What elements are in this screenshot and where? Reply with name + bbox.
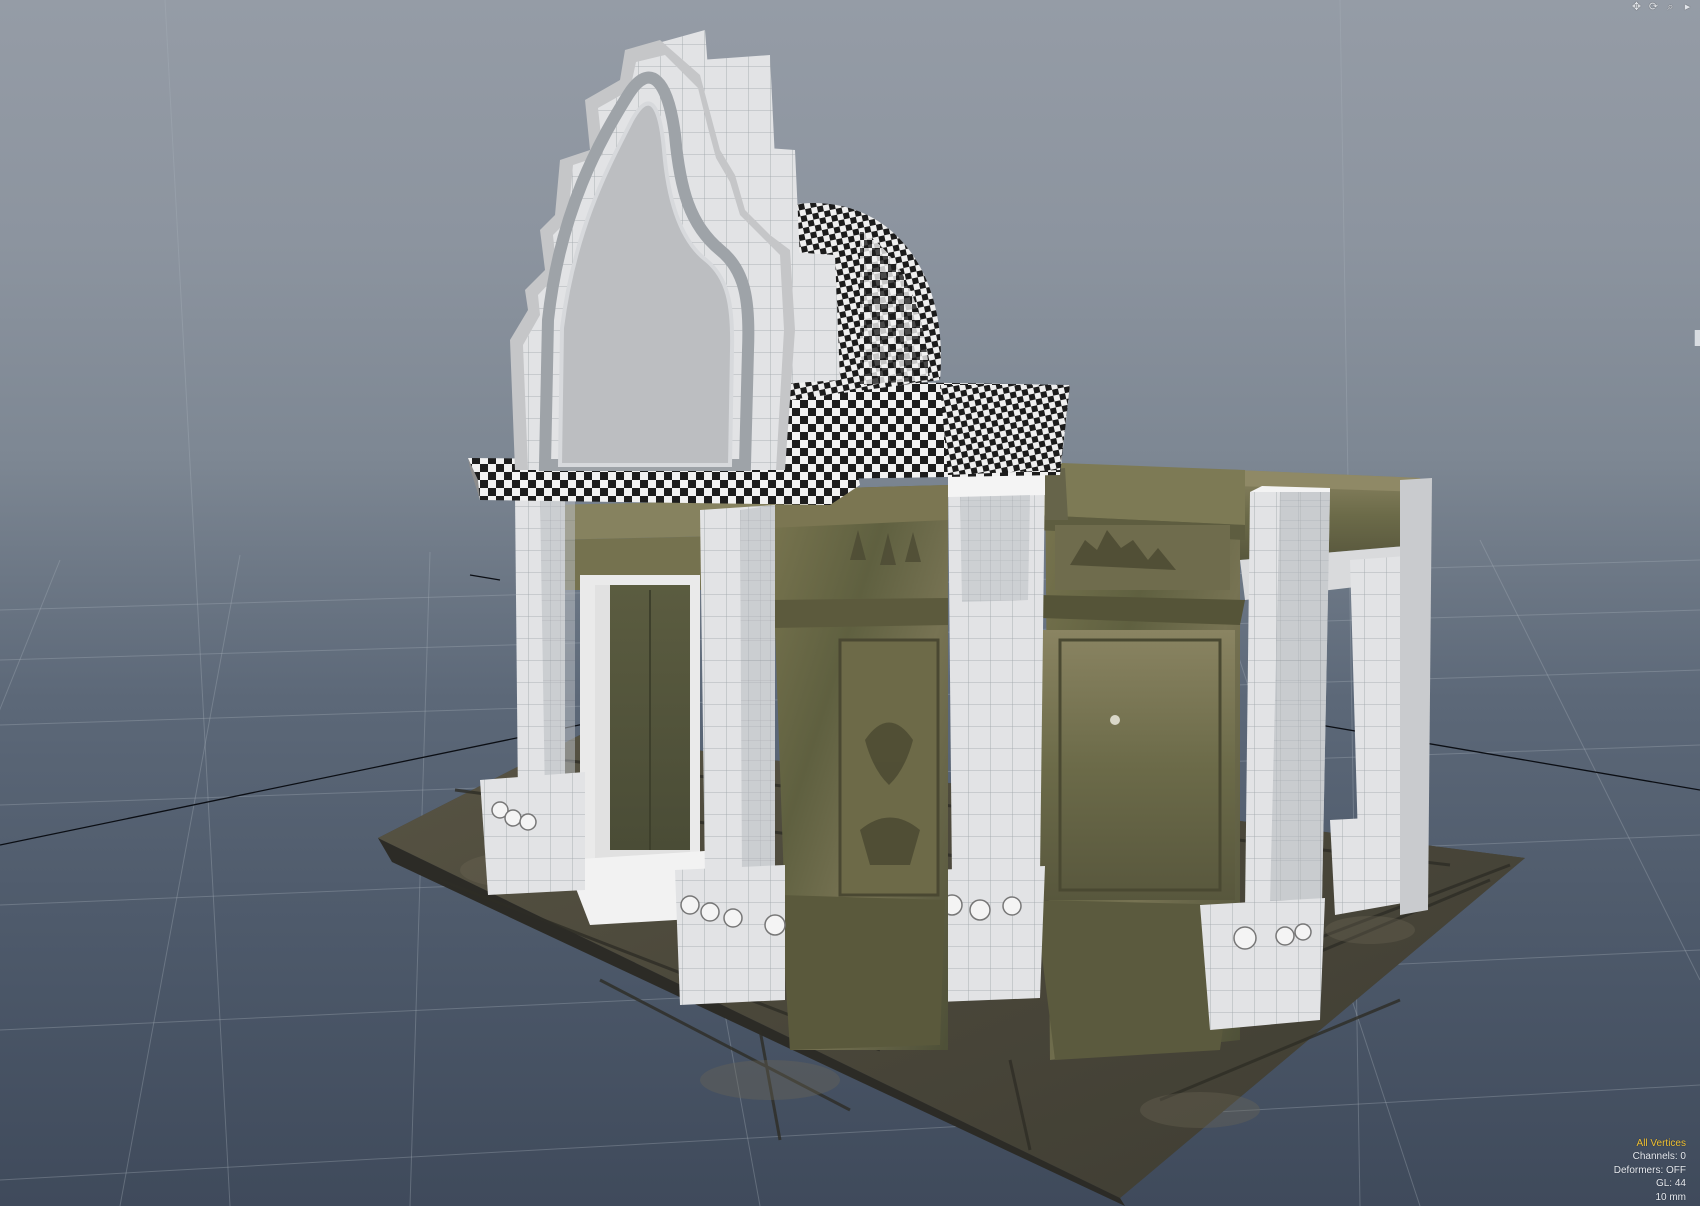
viewport-info-overlay: All Vertices Channels: 0 Deformers: OFF … [1614,1137,1686,1205]
maximize-viewport-icon[interactable]: ▸ [1681,0,1694,13]
selection-mode-label: All Vertices [1636,1137,1686,1149]
3d-scene[interactable] [0,0,1700,1206]
channels-readout: Channels: 0 [1632,1151,1686,1162]
rotate-view-icon[interactable]: ⟳ [1647,0,1660,13]
left-stone-block [770,485,948,1050]
viewport-edge-handle[interactable] [1694,330,1700,346]
zoom-view-icon[interactable]: ⌕ [1664,0,1677,13]
gl-readout: GL: 44 [1655,1178,1686,1189]
viewport-nav-controls: ✥ ⟳ ⌕ ▸ [1630,0,1694,13]
grid-scale-readout: 10 mm [1655,1191,1686,1203]
3d-viewport[interactable]: ✥ ⟳ ⌕ ▸ All Vertices Channels: 0 Deforme… [0,0,1700,1206]
move-view-icon[interactable]: ✥ [1630,0,1643,13]
deformers-readout: Deformers: OFF [1613,1164,1686,1176]
